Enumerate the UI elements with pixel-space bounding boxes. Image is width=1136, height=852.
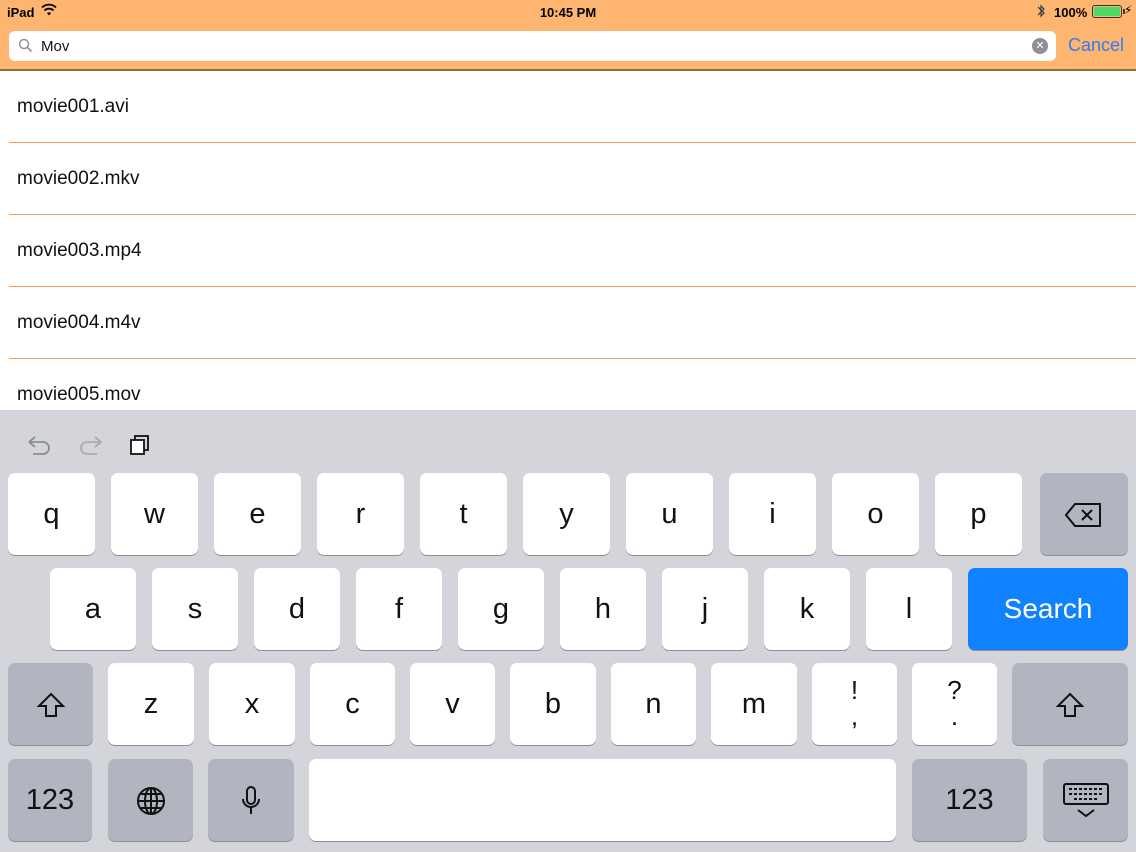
search-icon — [18, 38, 33, 58]
keyboard-dismiss-icon — [1062, 783, 1110, 818]
key-v[interactable]: v — [410, 663, 495, 745]
key-m[interactable]: m — [711, 663, 797, 745]
undo-icon[interactable] — [25, 433, 53, 463]
key-p[interactable]: p — [935, 473, 1022, 555]
result-row[interactable]: movie002.mkv — [9, 143, 1136, 215]
shift-icon — [1055, 688, 1085, 720]
key-punct-top: ! — [850, 675, 859, 705]
key-c[interactable]: c — [310, 663, 395, 745]
battery-icon — [1092, 5, 1125, 18]
battery-percent: 100% — [1054, 5, 1088, 20]
key-j[interactable]: j — [662, 568, 748, 650]
key-f[interactable]: f — [356, 568, 442, 650]
shift-key-right[interactable] — [1012, 663, 1128, 745]
search-input[interactable]: Mov — [41, 38, 69, 55]
key-s[interactable]: s — [152, 568, 238, 650]
key-b[interactable]: b — [510, 663, 596, 745]
key-u[interactable]: u — [626, 473, 713, 555]
bluetooth-icon — [1036, 3, 1046, 22]
key-t[interactable]: t — [420, 473, 507, 555]
result-row[interactable]: movie004.m4v — [9, 287, 1136, 359]
key-i[interactable]: i — [729, 473, 816, 555]
key-o[interactable]: o — [832, 473, 919, 555]
key-y[interactable]: y — [523, 473, 610, 555]
search-results-list: movie001.avi movie002.mkv movie003.mp4 m… — [0, 71, 1136, 431]
search-field[interactable]: Mov ✕ — [9, 31, 1056, 61]
search-navbar: iPad 10:45 PM 100% ⚡ Mov ✕ Cancel — [0, 0, 1136, 71]
shift-key-left[interactable] — [8, 663, 93, 745]
result-filename: movie005.mov — [17, 384, 141, 405]
status-bar: iPad 10:45 PM 100% ⚡ — [0, 0, 1136, 24]
delete-key[interactable] — [1040, 473, 1128, 555]
key-r[interactable]: r — [317, 473, 404, 555]
result-filename: movie002.mkv — [17, 168, 140, 189]
key-exclaim-comma[interactable]: ! , — [812, 663, 897, 745]
result-filename: movie004.m4v — [17, 312, 141, 333]
dictation-key[interactable] — [208, 759, 294, 841]
key-punct-top: ? — [947, 675, 962, 705]
result-filename: movie001.avi — [17, 96, 129, 117]
key-l[interactable]: l — [866, 568, 952, 650]
key-a[interactable]: a — [50, 568, 136, 650]
key-q[interactable]: q — [8, 473, 95, 555]
space-key[interactable] — [309, 759, 896, 841]
clear-search-icon[interactable]: ✕ — [1032, 38, 1048, 54]
globe-icon — [135, 784, 167, 816]
key-question-period[interactable]: ? . — [912, 663, 997, 745]
clock: 10:45 PM — [539, 5, 597, 20]
key-x[interactable]: x — [209, 663, 295, 745]
key-punct-bottom: . — [950, 701, 959, 731]
numbers-key-right[interactable]: 123 — [912, 759, 1027, 841]
key-n[interactable]: n — [611, 663, 696, 745]
mic-icon — [240, 784, 262, 816]
search-key[interactable]: Search — [968, 568, 1128, 650]
cancel-button[interactable]: Cancel — [1068, 35, 1124, 56]
result-row[interactable]: movie001.avi — [9, 71, 1136, 143]
result-filename: movie003.mp4 — [17, 240, 142, 261]
key-punct-bottom: , — [850, 701, 859, 731]
charging-icon: ⚡ — [1124, 3, 1133, 17]
numbers-key-left[interactable]: 123 — [8, 759, 92, 841]
hide-keyboard-key[interactable] — [1043, 759, 1128, 841]
onscreen-keyboard: q w e r t y u i o p a s d f g h j k l Se… — [0, 410, 1136, 852]
key-h[interactable]: h — [560, 568, 646, 650]
key-d[interactable]: d — [254, 568, 340, 650]
key-w[interactable]: w — [111, 473, 198, 555]
result-row[interactable]: movie003.mp4 — [9, 215, 1136, 287]
globe-key[interactable] — [108, 759, 193, 841]
backspace-icon — [1064, 498, 1104, 530]
paste-icon[interactable] — [129, 433, 153, 463]
key-k[interactable]: k — [764, 568, 850, 650]
shift-icon — [36, 688, 66, 720]
key-e[interactable]: e — [214, 473, 301, 555]
key-z[interactable]: z — [108, 663, 194, 745]
redo-icon[interactable] — [77, 433, 105, 463]
key-g[interactable]: g — [458, 568, 544, 650]
